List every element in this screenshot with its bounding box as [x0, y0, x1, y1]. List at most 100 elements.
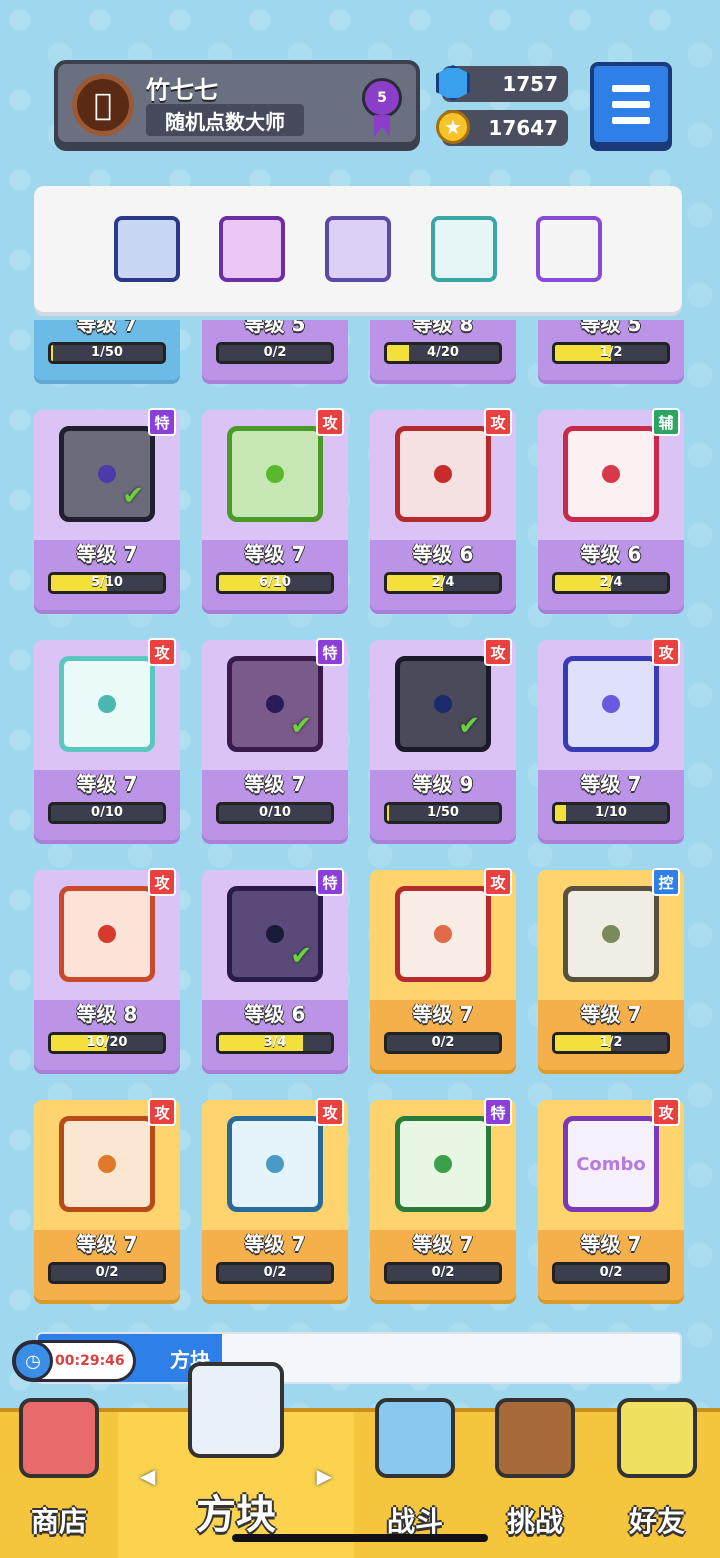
attack-tag-badge: 攻 [484, 868, 512, 896]
dragon-shield-dice-icon [563, 886, 659, 982]
home-indicator[interactable] [232, 1534, 488, 1542]
dice-card-gear[interactable]: ✔ 攻 等级 9 1/50 [370, 638, 516, 840]
prev-arrow-icon[interactable]: ◀ [140, 1464, 155, 1488]
nav-friends[interactable]: 好友 [594, 1398, 720, 1558]
dice-card[interactable]: 等级 5 0/2 [202, 320, 348, 380]
dice-card-dragon-sun[interactable]: 攻 等级 7 0/2 [370, 868, 516, 1070]
arrow-dice-icon[interactable] [219, 216, 286, 282]
dice-card-dragon-shield[interactable]: 控 等级 7 1/2 [538, 868, 684, 1070]
event-timer: ◷ 00:29:46 [12, 1340, 136, 1382]
check-icon: ✔ [290, 941, 312, 971]
rainbow-dice-icon[interactable] [536, 216, 603, 282]
dice-card-rainbow[interactable]: ✔ 特 等级 7 5/10 [34, 408, 180, 610]
stopwatch-icon: ◷ [13, 1341, 53, 1381]
dice-card[interactable]: 等级 8 4/20 [370, 320, 516, 380]
dice-card[interactable]: 等级 5 1/2 [538, 320, 684, 380]
progress-bar: 0/10 [216, 802, 334, 824]
dice-level: 等级 7 [580, 772, 642, 796]
nav-shop[interactable]: 商店 [0, 1398, 118, 1558]
battle-icon [375, 1398, 455, 1478]
dragon-combo-dice-icon: Combo [563, 1116, 659, 1212]
attack-tag-badge: 攻 [484, 638, 512, 666]
gem-count: 1757 [502, 72, 558, 96]
rainbow-dice-icon: ✔ [59, 426, 155, 522]
fire-dice-icon [59, 886, 155, 982]
menu-button[interactable] [590, 62, 672, 146]
dice-level: 等级 6 [412, 542, 474, 566]
progress-bar: 0/2 [216, 342, 334, 364]
dice-level: 等级 7 [76, 1232, 138, 1256]
friend-icon [617, 1398, 697, 1478]
dice-card-sparkle[interactable]: 辅 等级 6 2/4 [538, 408, 684, 610]
control-tag-badge: 控 [652, 868, 680, 896]
progress-bar: 1/50 [384, 802, 502, 824]
challenge-icon [495, 1398, 575, 1478]
lightning-dice-icon [395, 426, 491, 522]
dice-level: 等级 7 [76, 320, 138, 336]
dice-level: 等级 7 [244, 542, 306, 566]
dice-level: 等级 7 [580, 1002, 642, 1026]
attack-tag-badge: 攻 [652, 1098, 680, 1126]
check-icon: ✔ [122, 481, 144, 511]
dice-level: 等级 7 [412, 1002, 474, 1026]
dice-level: 等级 6 [580, 542, 642, 566]
attack-tag-badge: 攻 [148, 868, 176, 896]
heal-dice-icon[interactable] [430, 216, 497, 282]
dice-card-dragon-vortex[interactable]: 攻 等级 7 0/2 [202, 1098, 348, 1300]
gem-counter[interactable]: 1757 [436, 65, 568, 102]
coin-counter[interactable]: ★ 17647 [436, 110, 568, 146]
progress-bar: 0/10 [48, 802, 166, 824]
special-tag-badge: 特 [148, 408, 176, 436]
next-arrow-icon[interactable]: ▶ [317, 1464, 332, 1488]
dice-level: 等级 7 [76, 772, 138, 796]
profile-panel[interactable]:  竹七七 随机点数大师 5 [54, 60, 420, 146]
progress-bar: 5/10 [48, 572, 166, 594]
special-tag-badge: 特 [484, 1098, 512, 1126]
dice-card-crack[interactable]: 攻 等级 6 2/4 [370, 408, 516, 610]
progress-bar: 1/2 [552, 1032, 670, 1054]
avatar[interactable]:  [72, 74, 134, 136]
dice-card-dragon-grass[interactable]: 特 等级 7 0/2 [370, 1098, 516, 1300]
check-icon: ✔ [458, 711, 480, 741]
progress-bar: 10/20 [48, 1032, 166, 1054]
dice-card[interactable]: 等级 7 1/50 [34, 320, 180, 380]
shop-icon [19, 1398, 99, 1478]
attack-tag-badge: 攻 [652, 638, 680, 666]
dice-card-dragon-combo[interactable]: Combo 攻 等级 7 0/2 [538, 1098, 684, 1300]
dice-level: 等级 8 [412, 320, 474, 336]
crack-dice-icon[interactable] [324, 216, 391, 282]
progress-bar: 1/10 [552, 802, 670, 824]
special-tag-badge: 特 [316, 868, 344, 896]
apple-logo-icon:  [94, 88, 112, 123]
dice-level: 等级 6 [244, 1002, 306, 1026]
dice-card-bubble[interactable]: 攻 等级 7 1/10 [538, 638, 684, 840]
progress-bar: 2/4 [384, 572, 502, 594]
dice-level: 等级 7 [244, 1232, 306, 1256]
arrow-dice-icon: ✔ [227, 656, 323, 752]
dice-card-arrow[interactable]: ✔ 特 等级 7 0/10 [202, 638, 348, 840]
gear-dice-icon: ✔ [395, 656, 491, 752]
dice-card-poison[interactable]: 攻 等级 7 6/10 [202, 408, 348, 610]
dice-card-fire[interactable]: 攻 等级 8 10/20 [34, 868, 180, 1070]
wind-dice-icon [59, 656, 155, 752]
dice-card-dragon-fire[interactable]: 攻 等级 7 0/2 [34, 1098, 180, 1300]
gear-dice-icon[interactable] [113, 216, 180, 282]
progress-bar: 1/2 [552, 342, 670, 364]
hamburger-menu-icon [612, 84, 650, 92]
dice-level: 等级 7 [244, 772, 306, 796]
rank-badge-icon: 5 [362, 78, 402, 137]
dice-level: 等级 5 [580, 320, 642, 336]
dragon-grass-dice-icon [395, 1116, 491, 1212]
dice-icon [188, 1362, 284, 1458]
dice-card-wind[interactable]: 攻 等级 7 0/10 [34, 638, 180, 840]
progress-bar: 0/2 [384, 1032, 502, 1054]
progress-bar: 3/4 [216, 1032, 334, 1054]
coin-count: 17647 [488, 116, 558, 140]
player-title: 随机点数大师 [146, 104, 304, 136]
progress-bar: 0/2 [384, 1262, 502, 1284]
nav-challenge[interactable]: 挑战 [476, 1398, 594, 1558]
bubble-dice-icon [563, 656, 659, 752]
equipped-dice-deck [34, 186, 682, 312]
dice-card-crack-purple[interactable]: ✔ 特 等级 6 3/4 [202, 868, 348, 1070]
dragon-vortex-dice-icon [227, 1116, 323, 1212]
